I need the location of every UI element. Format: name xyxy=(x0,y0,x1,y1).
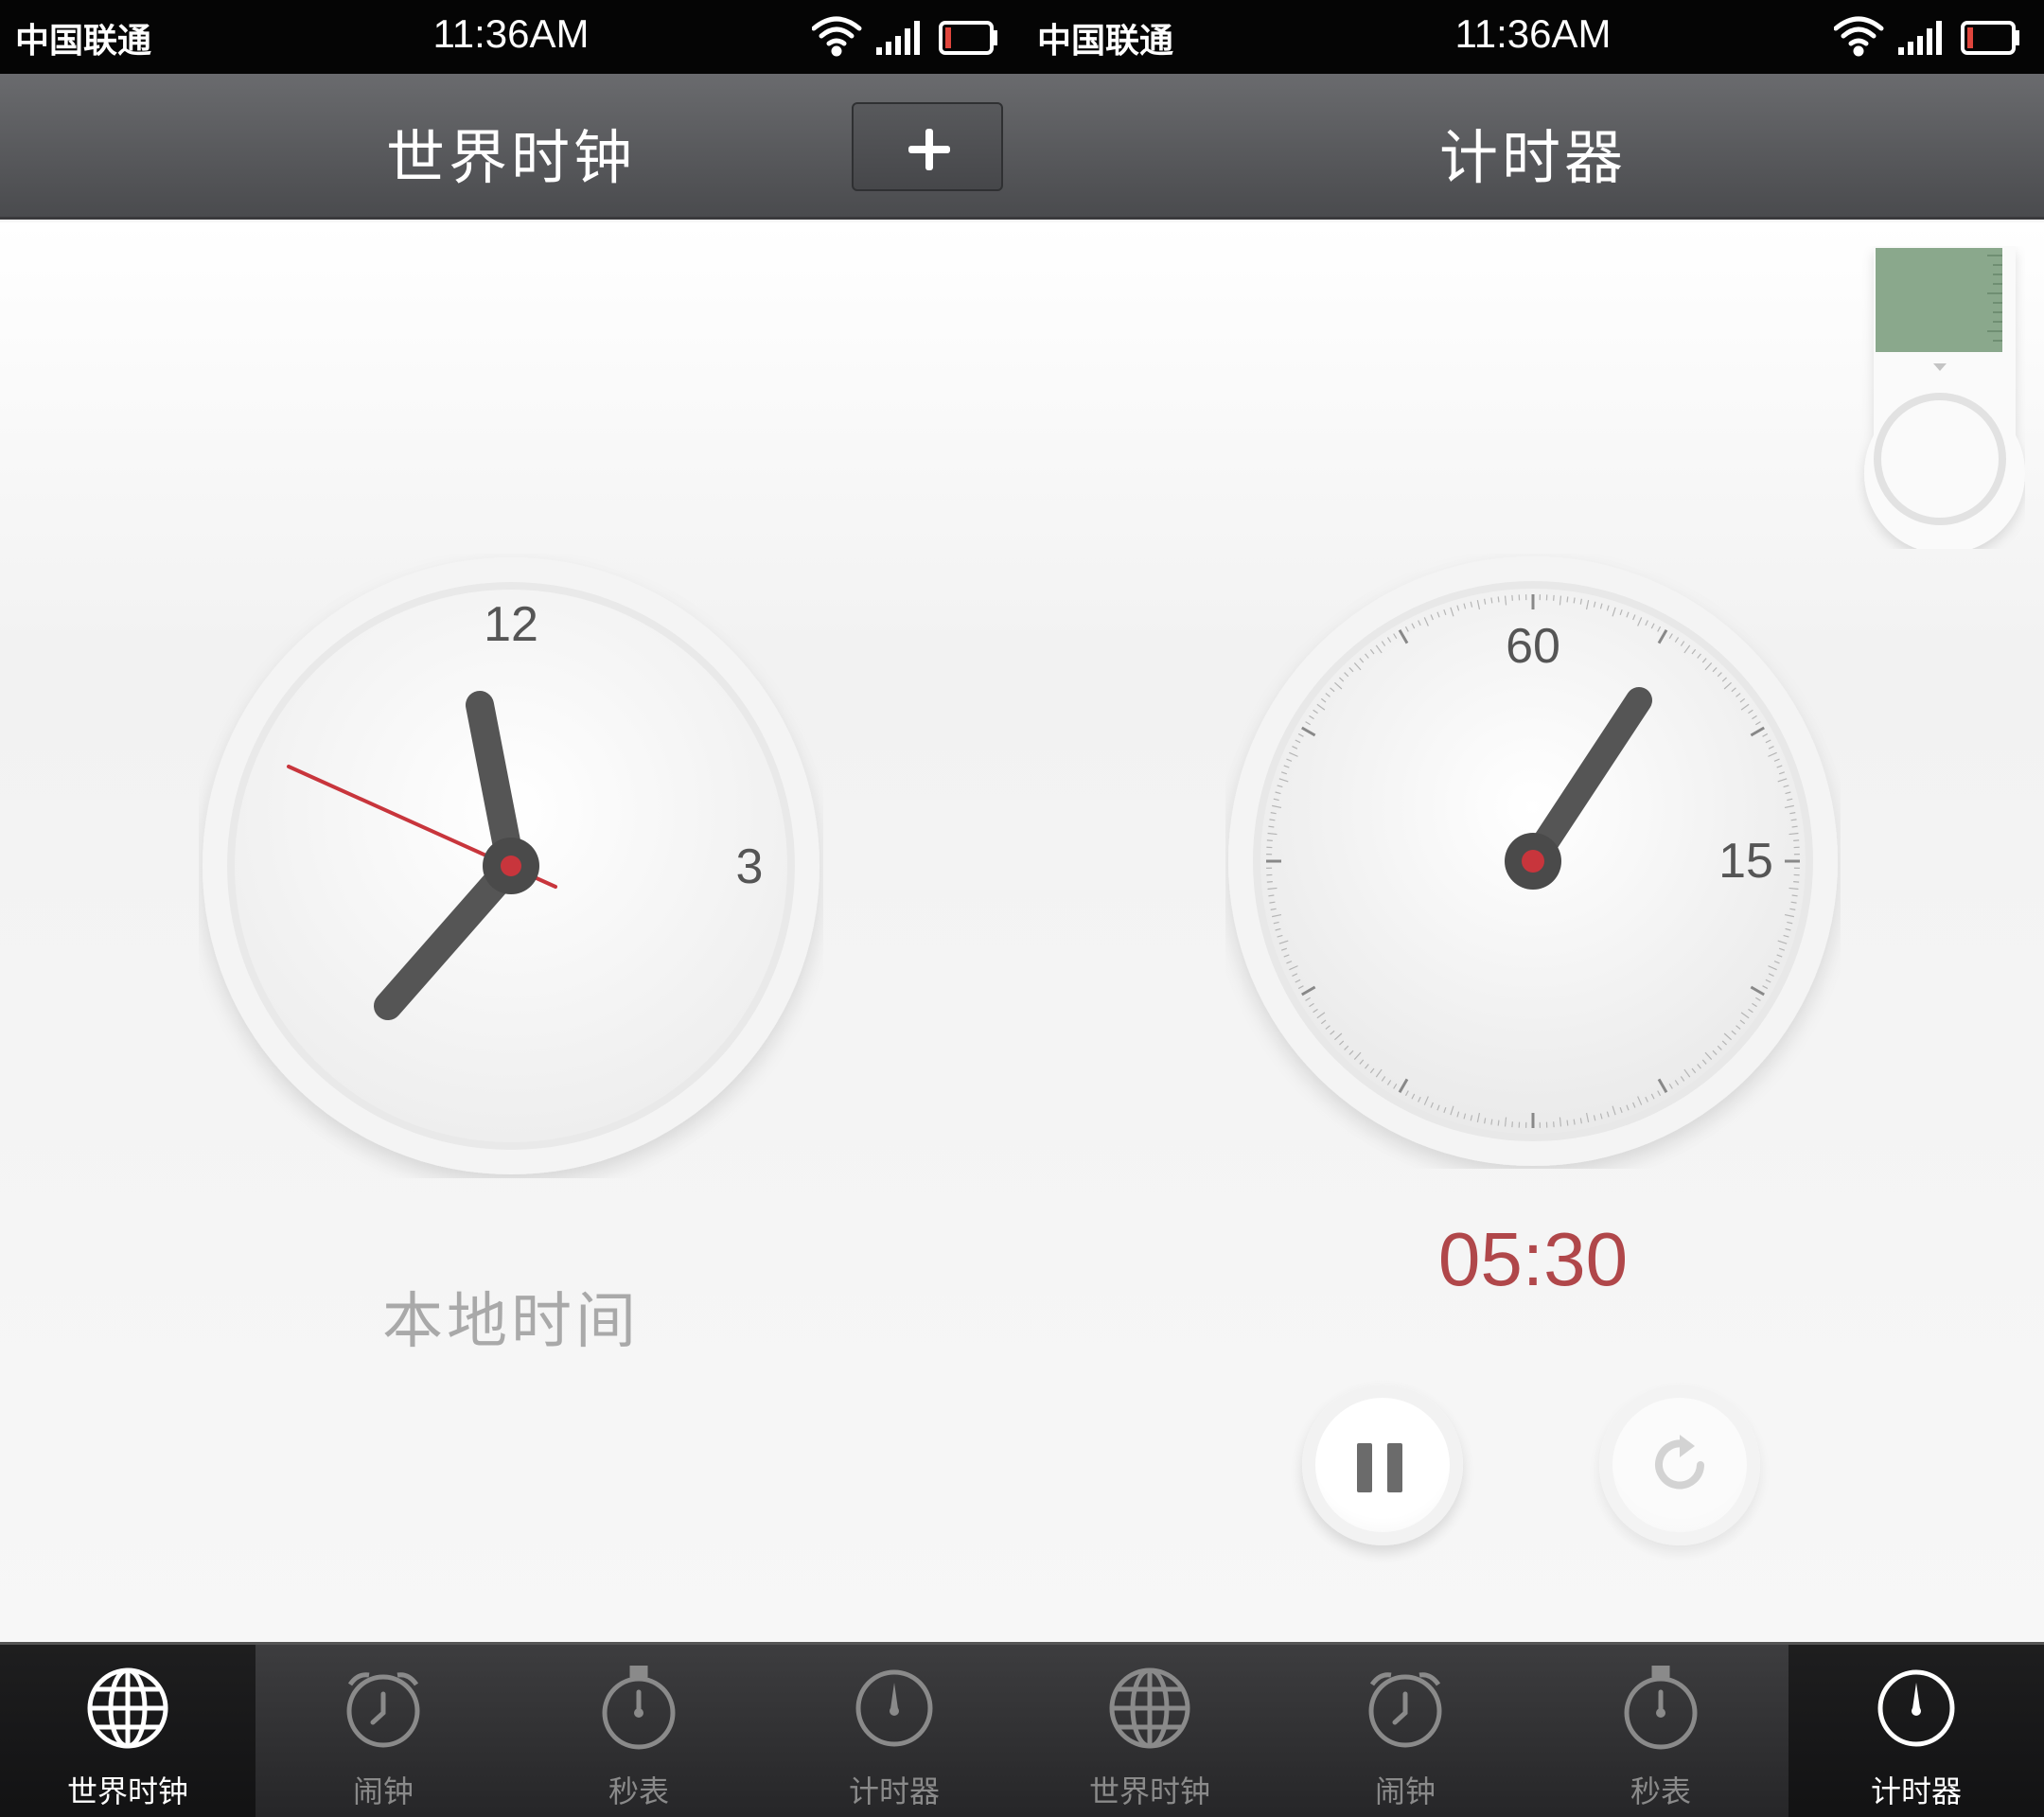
numeral-60: 60 xyxy=(1506,619,1560,674)
tab-bar: 世界时钟 闹钟 秒表 计时器 xyxy=(1022,1642,2044,1817)
tab-stopwatch[interactable]: 秒表 xyxy=(1533,1645,1788,1817)
timer-icon xyxy=(855,1669,933,1747)
wifi-icon xyxy=(1834,16,1884,57)
tab-alarm[interactable]: 闹钟 xyxy=(256,1645,511,1817)
local-time-label: 本地时间 xyxy=(382,1287,640,1357)
pause-icon xyxy=(1387,1443,1402,1492)
wifi-icon xyxy=(812,16,862,57)
tab-stopwatch[interactable]: 秒表 xyxy=(511,1645,766,1817)
dial-tick xyxy=(1791,894,1798,897)
dial-tick xyxy=(1268,894,1275,897)
tab-bar: 世界时钟 闹钟 秒表 计时器 xyxy=(0,1642,1022,1817)
app-header: 世界时钟 xyxy=(0,74,1022,220)
tab-timer[interactable]: 计时器 xyxy=(766,1645,1022,1817)
signal-icon xyxy=(1898,21,1942,55)
analog-clock: 12 3 xyxy=(199,554,823,1178)
app-header: 计时器 xyxy=(1022,74,2044,220)
tab-label: 世界时钟 xyxy=(66,1773,188,1809)
world-clock-screen: 中国联通 11:36AM 世界时钟 12 3 本地时间 世界时钟 闹钟 秒表 计… xyxy=(0,0,1022,1817)
tab-timer[interactable]: 计时器 xyxy=(1788,1645,2044,1817)
dial-tick xyxy=(1566,596,1569,603)
reset-button[interactable] xyxy=(1599,1385,1760,1545)
page-title: 计时器 xyxy=(1438,123,1627,192)
tab-label: 秒表 xyxy=(1630,1773,1691,1809)
status-icons xyxy=(1834,16,2019,57)
add-city-button[interactable] xyxy=(852,102,1003,191)
tab-label: 秒表 xyxy=(608,1773,669,1809)
dial-tick xyxy=(1791,825,1798,828)
numeral-3: 3 xyxy=(736,839,764,894)
timer-content: 60 15 xyxy=(1022,222,2044,1642)
numeral-12: 12 xyxy=(484,597,538,652)
timer-pull-handle[interactable] xyxy=(1855,246,2025,549)
dial-tick xyxy=(1268,825,1275,828)
timer-icon xyxy=(1877,1669,1955,1747)
status-bar: 中国联通 11:36AM xyxy=(0,0,1022,74)
dial-tick xyxy=(1566,1120,1569,1126)
clock-content: 12 3 xyxy=(0,222,1022,1642)
tab-label: 世界时钟 xyxy=(1088,1773,1210,1809)
timer-screen: 中国联通 11:36AM 计时器 60 15 05:30 世界时钟 闹钟 秒表 … xyxy=(1022,0,2044,1817)
stopwatch-icon xyxy=(602,1666,676,1750)
globe-icon xyxy=(87,1667,168,1749)
globe-icon xyxy=(1109,1667,1190,1749)
status-icons xyxy=(812,16,997,57)
tab-label: 闹钟 xyxy=(1374,1773,1436,1809)
signal-icon xyxy=(876,21,920,55)
dial-tick xyxy=(1497,596,1500,603)
tab-world-clock[interactable]: 世界时钟 xyxy=(0,1645,256,1817)
tab-label: 计时器 xyxy=(848,1773,940,1809)
timer-progress-strip xyxy=(1876,248,2002,352)
stopwatch-icon xyxy=(1624,1666,1698,1750)
tab-world-clock[interactable]: 世界时钟 xyxy=(1022,1645,1278,1817)
tab-label: 闹钟 xyxy=(352,1773,414,1809)
alarm-clock-icon xyxy=(1368,1672,1442,1748)
dial-tick xyxy=(1497,1120,1500,1126)
numeral-15: 15 xyxy=(1718,834,1773,889)
reset-icon xyxy=(1655,1435,1704,1490)
alarm-clock-icon xyxy=(346,1672,420,1748)
battery-icon xyxy=(1961,21,2019,55)
tab-alarm[interactable]: 闹钟 xyxy=(1278,1645,1533,1817)
timer-dial[interactable]: 60 15 xyxy=(1225,554,1841,1169)
pause-button[interactable] xyxy=(1302,1385,1463,1545)
tab-label: 计时器 xyxy=(1870,1773,1962,1809)
timer-readout: 05:30 xyxy=(1437,1217,1629,1301)
battery-icon xyxy=(939,21,997,55)
status-bar: 中国联通 11:36AM xyxy=(1022,0,2044,74)
pause-icon xyxy=(1357,1443,1372,1492)
